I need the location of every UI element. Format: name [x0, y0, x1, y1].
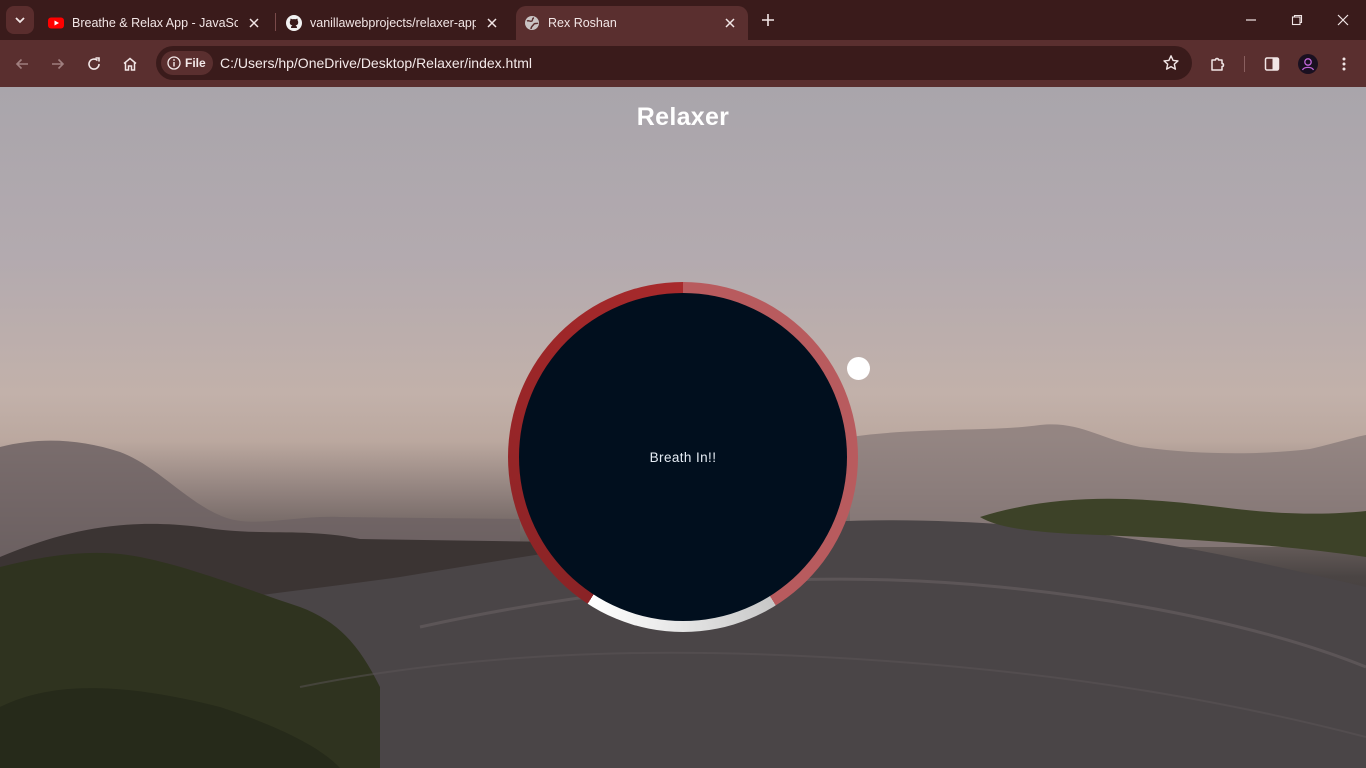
- breath-status-text: Breath In!!: [649, 449, 717, 465]
- tab-youtube[interactable]: Breathe & Relax App - JavaScrip: [40, 6, 272, 40]
- restore-icon: [1291, 14, 1303, 26]
- reload-button[interactable]: [80, 50, 108, 78]
- side-panel-button[interactable]: [1258, 50, 1286, 78]
- github-icon: [286, 15, 302, 31]
- browser-menu-button[interactable]: [1330, 50, 1358, 78]
- toolbar-divider: [1244, 56, 1245, 72]
- tab-title: vanillawebprojects/relaxer-app/: [310, 16, 476, 30]
- tab-divider: [275, 13, 276, 31]
- close-tab-button[interactable]: [722, 15, 738, 31]
- site-info-chip[interactable]: File: [161, 51, 213, 75]
- profile-button[interactable]: [1294, 50, 1322, 78]
- tab-strip: Breathe & Relax App - JavaScrip vanillaw…: [0, 0, 1366, 40]
- breath-circle: Breath In!!: [519, 293, 847, 621]
- close-tab-button[interactable]: [484, 15, 500, 31]
- browser-toolbar: File C:/Users/hp/OneDrive/Desktop/Relaxe…: [0, 40, 1366, 87]
- more-vertical-icon: [1342, 57, 1346, 71]
- back-button[interactable]: [8, 50, 36, 78]
- avatar: [1298, 54, 1318, 74]
- tab-title: Rex Roshan: [548, 16, 617, 30]
- site-chip-label: File: [185, 56, 206, 70]
- browser-window: Breathe & Relax App - JavaScrip vanillaw…: [0, 0, 1366, 768]
- breath-pointer: [847, 357, 870, 380]
- bookmark-button[interactable]: [1160, 52, 1182, 74]
- restore-button[interactable]: [1274, 0, 1320, 40]
- page-title: Relaxer: [636, 103, 730, 131]
- close-window-button[interactable]: [1320, 0, 1366, 40]
- chevron-down-icon: [15, 17, 25, 24]
- forward-button[interactable]: [44, 50, 72, 78]
- page-viewport: Relaxer Breath In!!: [0, 87, 1366, 768]
- tab-rex-roshan[interactable]: Rex Roshan: [516, 6, 748, 40]
- star-icon: [1163, 55, 1179, 70]
- new-tab-button[interactable]: [756, 8, 780, 32]
- plus-icon: [762, 14, 774, 26]
- side-panel-icon: [1264, 57, 1280, 71]
- tab-search-button[interactable]: [6, 6, 34, 34]
- close-icon: [725, 18, 735, 28]
- arrow-left-icon: [15, 58, 28, 70]
- arrow-right-icon: [52, 58, 65, 70]
- puzzle-icon: [1211, 57, 1225, 71]
- close-tab-button[interactable]: [246, 15, 262, 31]
- extensions-button[interactable]: [1204, 50, 1232, 78]
- tab-github[interactable]: vanillawebprojects/relaxer-app/: [278, 6, 510, 40]
- tab-title: Breathe & Relax App - JavaScrip: [72, 16, 238, 30]
- globe-icon: [525, 16, 539, 30]
- minimize-icon: [1246, 19, 1256, 21]
- minimize-button[interactable]: [1228, 0, 1274, 40]
- close-icon: [1337, 14, 1349, 26]
- info-icon: [167, 56, 181, 70]
- close-icon: [249, 18, 259, 28]
- youtube-icon: [48, 17, 64, 29]
- url-text[interactable]: C:/Users/hp/OneDrive/Desktop/Relaxer/ind…: [220, 55, 532, 71]
- home-button[interactable]: [116, 50, 144, 78]
- close-icon: [487, 18, 497, 28]
- home-icon: [123, 57, 137, 71]
- reload-icon: [88, 57, 100, 70]
- address-bar[interactable]: File C:/Users/hp/OneDrive/Desktop/Relaxe…: [156, 46, 1192, 80]
